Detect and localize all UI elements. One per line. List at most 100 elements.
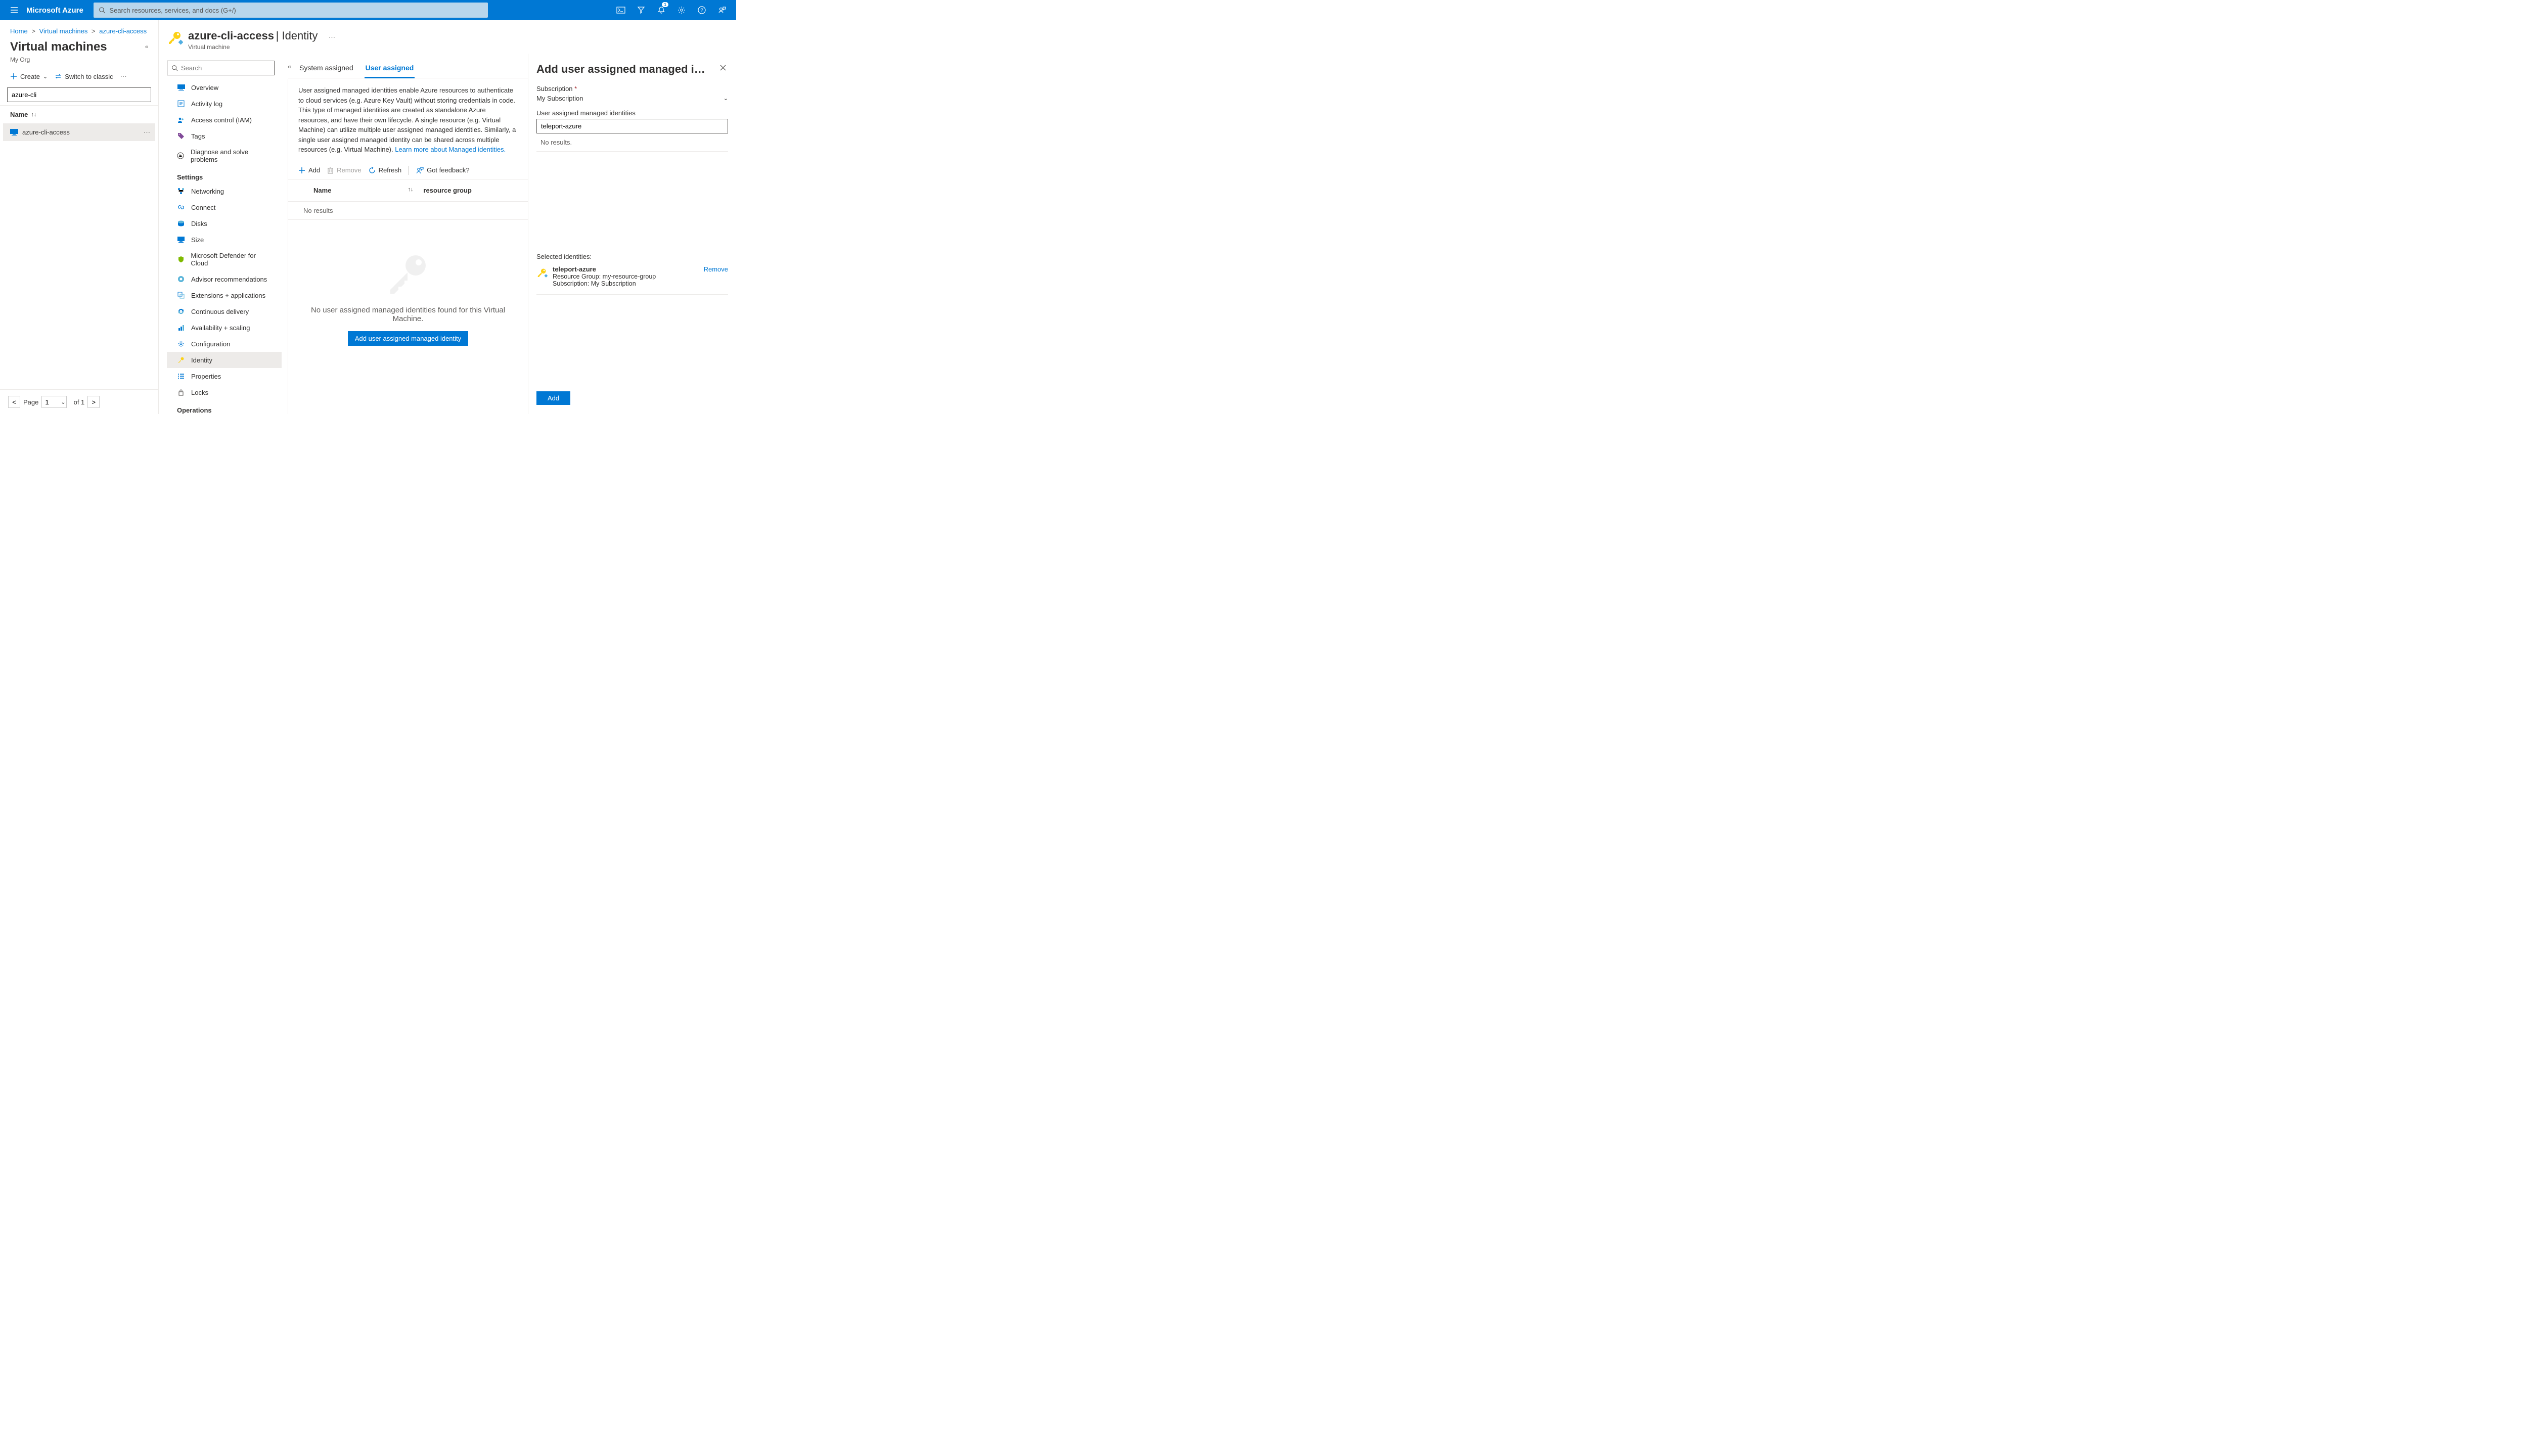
nav-advisor[interactable]: Advisor recommendations — [167, 271, 282, 287]
hamburger-button[interactable] — [4, 6, 24, 15]
nav-diagnose[interactable]: Diagnose and solve problems — [167, 144, 282, 167]
nav-availability[interactable]: Availability + scaling — [167, 320, 282, 336]
nav-defender[interactable]: Microsoft Defender for Cloud — [167, 248, 282, 271]
person-feedback-icon — [416, 167, 424, 174]
subscription-select[interactable]: My Subscription ⌄ — [536, 93, 728, 109]
close-icon — [719, 64, 727, 71]
directories-button[interactable] — [631, 0, 651, 20]
cloud-shell-button[interactable] — [611, 0, 631, 20]
tab-user-assigned[interactable]: User assigned — [365, 64, 415, 78]
nav-activity-log[interactable]: Activity log — [167, 96, 282, 112]
pager: < Page ⌄ of 1 > — [0, 389, 158, 414]
remove-selected-button[interactable]: Remove — [704, 265, 728, 273]
vm-row-name: azure-cli-access — [22, 128, 70, 136]
people-icon — [177, 116, 185, 124]
gear-icon — [678, 6, 686, 14]
add-identity-button[interactable]: Add — [298, 166, 320, 174]
flyout-add-button[interactable]: Add — [536, 391, 570, 405]
key-icon — [177, 356, 185, 364]
notifications-button[interactable]: 1 — [651, 0, 671, 20]
key-illustration-icon — [385, 250, 431, 296]
close-flyout-button[interactable] — [718, 63, 728, 73]
refresh-button[interactable]: Refresh — [369, 166, 402, 174]
scale-icon — [177, 324, 185, 332]
vm-list-panel: Home > Virtual machines > azure-cli-acce… — [0, 20, 159, 414]
selected-identity-rg: Resource Group: my-resource-group — [553, 273, 699, 280]
page-next-button[interactable]: > — [87, 396, 100, 408]
notification-badge: 1 — [662, 2, 668, 7]
help-button[interactable]: ? — [692, 0, 712, 20]
vm-name-column[interactable]: Name ↑↓ — [0, 105, 158, 123]
resource-name: azure-cli-access — [188, 29, 274, 42]
breadcrumb-home[interactable]: Home — [10, 27, 28, 35]
nav-connect[interactable]: Connect — [167, 199, 282, 215]
person-feedback-icon — [718, 6, 726, 14]
column-name[interactable]: Name — [313, 187, 408, 194]
settings-button[interactable] — [671, 0, 692, 20]
diagnose-icon — [177, 152, 185, 160]
resource-more-button[interactable]: ⋯ — [329, 33, 335, 41]
nav-search-input[interactable] — [181, 64, 270, 72]
bell-icon — [657, 6, 665, 14]
vm-filter-input[interactable] — [7, 87, 151, 102]
vm-row[interactable]: azure-cli-access ⋯ — [3, 123, 155, 141]
lock-icon — [177, 388, 185, 396]
nav-extensions[interactable]: Extensions + applications — [167, 287, 282, 303]
column-resource-group[interactable]: resource group — [424, 187, 518, 194]
brand-label: Microsoft Azure — [24, 6, 94, 15]
create-button[interactable]: Create ⌄ — [10, 73, 48, 80]
size-icon — [177, 236, 185, 244]
gear-icon — [177, 340, 185, 348]
nav-search[interactable] — [167, 61, 275, 75]
breadcrumb-current: azure-cli-access — [99, 27, 147, 35]
identity-content: System assigned User assigned User assig… — [288, 54, 528, 414]
swap-icon — [55, 73, 62, 80]
nav-locks[interactable]: Locks — [167, 384, 282, 400]
nav-settings-header: Settings — [167, 167, 288, 183]
feedback-button[interactable]: Got feedback? — [416, 166, 470, 174]
vm-icon — [10, 129, 18, 135]
search-icon — [99, 7, 106, 14]
plus-icon — [298, 167, 305, 174]
disks-icon — [177, 219, 185, 228]
nav-networking[interactable]: Networking — [167, 183, 282, 199]
page-prev-button[interactable]: < — [8, 396, 20, 408]
nav-identity[interactable]: Identity — [167, 352, 282, 368]
delete-icon — [327, 167, 334, 174]
nav-size[interactable]: Size — [167, 232, 282, 248]
switch-classic-button[interactable]: Switch to classic — [55, 73, 113, 80]
add-identity-primary-button[interactable]: Add user assigned managed identity — [348, 331, 468, 346]
remove-identity-button: Remove — [327, 166, 361, 174]
tab-system-assigned[interactable]: System assigned — [298, 64, 354, 78]
feedback-button[interactable] — [712, 0, 732, 20]
nav-tags[interactable]: Tags — [167, 128, 282, 144]
resource-section: Identity — [282, 29, 318, 42]
nav-overview[interactable]: Overview — [167, 79, 282, 96]
vm-row-more-button[interactable]: ⋯ — [144, 128, 150, 136]
nav-continuous-delivery[interactable]: Continuous delivery — [167, 303, 282, 320]
nav-configuration[interactable]: Configuration — [167, 336, 282, 352]
sort-icon: ↑↓ — [408, 187, 414, 194]
plus-icon — [10, 73, 17, 80]
command-bar: Add Remove Refresh Got feedback? — [288, 162, 528, 179]
nav-properties[interactable]: Properties — [167, 368, 282, 384]
page-input[interactable] — [41, 396, 67, 408]
nav-operations-header: Operations — [167, 400, 288, 414]
identities-search-input[interactable] — [536, 119, 728, 133]
breadcrumb-vms[interactable]: Virtual machines — [39, 27, 88, 35]
extensions-icon — [177, 291, 185, 299]
nav-access-control[interactable]: Access control (IAM) — [167, 112, 282, 128]
global-search[interactable] — [94, 3, 488, 18]
collapse-vm-panel-button[interactable]: « — [145, 44, 148, 50]
selected-identity-sub: Subscription: My Subscription — [553, 280, 699, 287]
identities-label: User assigned managed identities — [536, 109, 728, 117]
empty-state: No user assigned managed identities foun… — [288, 220, 528, 376]
selected-identities-label: Selected identities: — [536, 253, 728, 260]
nav-disks[interactable]: Disks — [167, 215, 282, 232]
breadcrumb: Home > Virtual machines > azure-cli-acce… — [0, 20, 158, 38]
global-search-input[interactable] — [109, 7, 482, 14]
flyout-title: Add user assigned managed i… — [536, 63, 718, 76]
connect-icon — [177, 203, 185, 211]
vm-more-button[interactable]: ⋯ — [120, 72, 127, 80]
learn-more-link[interactable]: Learn more about Managed identities. — [395, 146, 506, 153]
